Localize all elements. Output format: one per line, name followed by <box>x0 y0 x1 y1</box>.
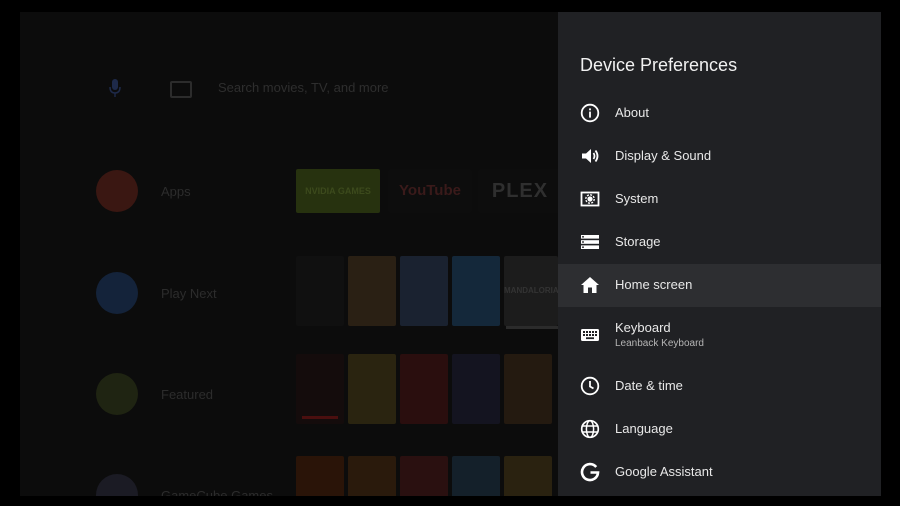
device-preferences-panel: Device Preferences About Display & Sound… <box>558 12 881 496</box>
info-icon <box>580 103 600 123</box>
play-next-tile[interactable]: MANDALORIAN <box>504 256 558 326</box>
featured-tile[interactable] <box>452 354 500 424</box>
clock-icon <box>580 376 600 396</box>
menu-item-label: About <box>615 105 649 120</box>
play-next-tile[interactable] <box>296 256 344 326</box>
menu-item-label: Home screen <box>615 277 693 292</box>
menu-item-label: Date & time <box>615 378 683 393</box>
featured-tile[interactable] <box>400 354 448 424</box>
keyboard-search-icon[interactable] <box>170 81 192 98</box>
menu-item-date-time[interactable]: Date & time <box>558 365 881 408</box>
system-icon <box>580 189 600 209</box>
gamecube-row-icon[interactable] <box>96 474 138 496</box>
apps-row-label: Apps <box>161 184 191 199</box>
menu-item-label: Storage <box>615 234 661 249</box>
nvidia-games-app[interactable]: NVIDIA GAMES <box>296 169 380 213</box>
keyboard-icon <box>580 325 600 345</box>
featured-tile[interactable] <box>504 354 552 424</box>
menu-item-about[interactable]: About <box>558 92 881 135</box>
menu-item-home-screen[interactable]: Home screen <box>558 264 881 307</box>
gamecube-tile[interactable] <box>296 456 344 496</box>
google-icon <box>580 462 600 482</box>
gamecube-tile[interactable] <box>504 456 552 496</box>
youtube-app[interactable]: YouTube <box>388 169 472 213</box>
progress-bar <box>506 326 558 329</box>
menu-item-language[interactable]: Language <box>558 408 881 451</box>
play-next-row-label: Play Next <box>161 286 217 301</box>
gamecube-tile[interactable] <box>348 456 396 496</box>
menu-item-google-assistant[interactable]: Google Assistant <box>558 451 881 494</box>
gamecube-tile[interactable] <box>400 456 448 496</box>
apps-row-icon[interactable] <box>96 170 138 212</box>
gamecube-tile[interactable] <box>452 456 500 496</box>
search-placeholder[interactable]: Search movies, TV, and more <box>218 80 389 95</box>
menu-item-label: System <box>615 191 659 206</box>
menu-item-label: Keyboard <box>615 320 671 335</box>
featured-tile[interactable] <box>296 354 344 424</box>
featured-tile[interactable] <box>348 354 396 424</box>
menu-item-storage[interactable]: Storage <box>558 221 881 264</box>
search-bar[interactable]: Search movies, TV, and more <box>20 70 560 106</box>
play-next-tile[interactable] <box>400 256 448 326</box>
gamecube-row-label: GameCube Games <box>161 488 273 496</box>
globe-icon <box>580 419 600 439</box>
featured-row-label: Featured <box>161 387 214 402</box>
menu-item-system[interactable]: System <box>558 178 881 221</box>
play-next-tile[interactable] <box>348 256 396 326</box>
play-next-tile[interactable] <box>452 256 500 326</box>
menu-item-label: Display & Sound <box>615 148 712 163</box>
menu-item-keyboard[interactable]: Keyboard Leanback Keyboard <box>558 307 881 363</box>
microphone-icon[interactable] <box>108 78 122 98</box>
menu-item-label: Google Assistant <box>615 464 713 479</box>
panel-title: Device Preferences <box>580 55 738 75</box>
menu-item-label: Language <box>615 421 673 436</box>
menu-item-display-sound[interactable]: Display & Sound <box>558 135 881 178</box>
watch-progress <box>302 416 338 419</box>
play-next-row-icon[interactable] <box>96 272 138 314</box>
volume-icon <box>580 146 600 166</box>
home-icon <box>580 275 600 295</box>
storage-icon <box>580 232 600 252</box>
plex-app[interactable]: PLEX <box>478 169 562 213</box>
featured-row-icon[interactable] <box>96 373 138 415</box>
menu-item-sublabel: Leanback Keyboard <box>615 338 704 349</box>
